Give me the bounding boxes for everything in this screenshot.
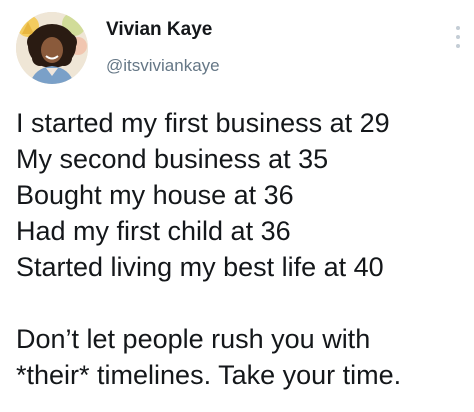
more-vertical-icon[interactable] [452,24,464,50]
paragraph-break [16,285,466,321]
tweet-text: I started my first business at 29 My sec… [16,105,466,393]
tweet-line: Don’t let people rush you with [16,324,371,354]
tweet-line: *their* timelines. Take your time. [16,360,402,390]
tweet-line: I started my first business at 29 [16,108,390,138]
tweet-header: Vivian Kaye @itsviviankaye [0,0,474,92]
author-handle[interactable]: @itsviviankaye [106,56,220,76]
tweet-line: Started living my best life at 40 [16,252,384,282]
tweet-line: Had my first child at 36 [16,216,291,246]
author-name[interactable]: Vivian Kaye [106,19,212,41]
tweet-line: Bought my house at 36 [16,180,294,210]
tweet-line: My second business at 35 [16,144,329,174]
avatar[interactable] [16,12,88,84]
avatar-image [16,12,88,84]
tweet-card: Vivian Kaye @itsviviankaye I started my … [0,0,474,412]
